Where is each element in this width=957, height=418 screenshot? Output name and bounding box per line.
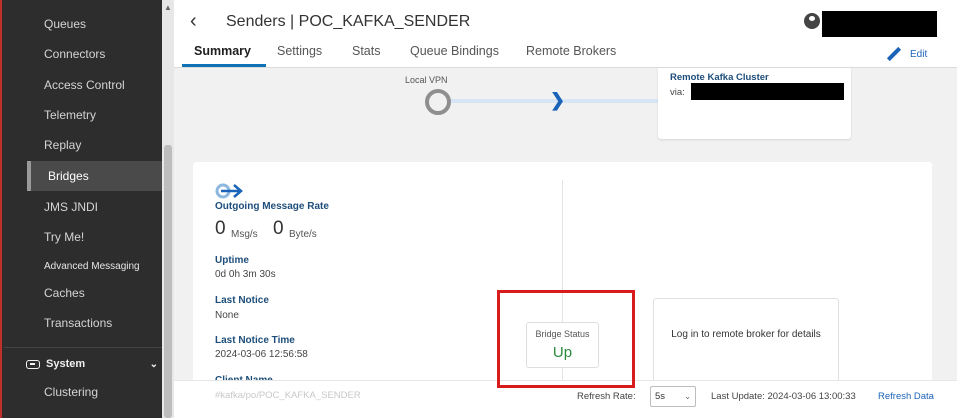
sidebar: Queues Connectors Access Control Telemet… bbox=[0, 0, 164, 418]
redacted-via-value bbox=[691, 83, 844, 100]
msg-rate-value: 0 bbox=[215, 218, 226, 239]
sidebar-item-label: Transactions bbox=[44, 316, 113, 330]
outgoing-rate-label: Outgoing Message Rate bbox=[215, 201, 329, 212]
scroll-up-arrow-icon[interactable]: ▲ bbox=[164, 3, 172, 12]
edit-button[interactable]: Edit bbox=[886, 46, 927, 62]
edit-label: Edit bbox=[910, 48, 928, 60]
sidebar-divider bbox=[4, 347, 162, 348]
sidebar-item-telemetry[interactable]: Telemetry bbox=[2, 100, 162, 130]
refresh-rate-select[interactable]: 5s ⌄ bbox=[650, 386, 696, 407]
sidebar-item-bridges[interactable]: Bridges bbox=[27, 161, 164, 191]
chevron-down-icon: ⌄ bbox=[149, 358, 158, 370]
sidebar-item-label: Bridges bbox=[48, 169, 89, 183]
tab-summary[interactable]: Summary bbox=[194, 44, 251, 58]
uptime-value: 0d 0h 3m 30s bbox=[215, 269, 276, 280]
sidebar-item-label: Access Control bbox=[44, 78, 125, 92]
sidebar-item-replay[interactable]: Replay bbox=[2, 130, 162, 160]
sidebar-section-label: System bbox=[46, 358, 86, 370]
remote-cluster-card: Remote Kafka Cluster via: bbox=[658, 68, 851, 139]
last-update-text: Last Update: 2024-03-06 13:00:33 bbox=[711, 391, 856, 402]
refresh-data-link[interactable]: Refresh Data bbox=[878, 391, 934, 402]
last-notice-time-label: Last Notice Time bbox=[215, 335, 295, 346]
active-tab-indicator bbox=[182, 64, 266, 67]
outgoing-arrow-icon bbox=[215, 183, 243, 199]
page-header: ‹ Senders | POC_KAFKA_SENDER Summary Set… bbox=[174, 0, 957, 68]
remote-cluster-title: Remote Kafka Cluster bbox=[670, 72, 769, 83]
user-icon[interactable] bbox=[804, 13, 820, 29]
sidebar-item-label: Try Me! bbox=[44, 230, 85, 244]
chevron-right-icon: ❯ bbox=[550, 90, 566, 110]
system-icon bbox=[26, 359, 40, 369]
sidebar-item-transactions[interactable]: Transactions bbox=[2, 308, 162, 338]
sidebar-section-system[interactable]: System ⌄ bbox=[2, 349, 162, 379]
chevron-down-icon: ⌄ bbox=[684, 392, 691, 401]
sidebar-item-connectors[interactable]: Connectors bbox=[2, 39, 162, 69]
sidebar-item-label: Clustering bbox=[44, 385, 99, 399]
back-arrow-icon[interactable]: ‹ bbox=[190, 10, 197, 33]
sidebar-item-label: Connectors bbox=[44, 47, 106, 61]
sidebar-item-label: Replay bbox=[44, 138, 82, 152]
refresh-rate-value: 5s bbox=[655, 391, 666, 402]
local-vpn-label: Local VPN bbox=[405, 75, 448, 85]
remote-login-message: Log in to remote broker for details bbox=[671, 329, 821, 340]
last-notice-value: None bbox=[215, 310, 239, 321]
sidebar-item-caches[interactable]: Caches bbox=[2, 278, 162, 308]
local-vpn-node-icon bbox=[425, 89, 451, 115]
via-label: via: bbox=[670, 87, 685, 98]
tab-remote-brokers[interactable]: Remote Brokers bbox=[526, 44, 616, 58]
sidebar-item-label: Caches bbox=[44, 286, 85, 300]
tab-queue-bindings[interactable]: Queue Bindings bbox=[410, 44, 499, 58]
sidebar-item-label: Telemetry bbox=[44, 108, 97, 122]
sidebar-item-clustering[interactable]: Clustering bbox=[2, 377, 162, 407]
sidebar-item-access-control[interactable]: Access Control bbox=[2, 70, 162, 100]
tab-stats[interactable]: Stats bbox=[352, 44, 381, 58]
highlight-box bbox=[497, 290, 635, 388]
client-name-value: #kafka/po/POC_KAFKA_SENDER bbox=[215, 390, 361, 401]
sidebar-item-label: JMS JNDI bbox=[44, 200, 98, 214]
page-title: Senders | POC_KAFKA_SENDER bbox=[226, 13, 471, 30]
byte-rate-unit: Byte/s bbox=[289, 229, 317, 240]
sidebar-item-queues[interactable]: Queues bbox=[2, 9, 162, 39]
sidebar-item-label: Queues bbox=[44, 17, 87, 31]
sidebar-scroll-thumb[interactable] bbox=[164, 145, 172, 418]
last-notice-label: Last Notice bbox=[215, 295, 269, 306]
sidebar-item-advanced-messaging[interactable]: Advanced Messaging bbox=[2, 251, 162, 281]
refresh-rate-label: Refresh Rate: bbox=[577, 391, 636, 402]
sidebar-item-label: Advanced Messaging bbox=[44, 260, 140, 272]
tab-settings[interactable]: Settings bbox=[277, 44, 322, 58]
sidebar-item-try-me[interactable]: Try Me! bbox=[2, 222, 162, 252]
msg-rate-unit: Msg/s bbox=[231, 229, 258, 240]
byte-rate-value: 0 bbox=[273, 218, 284, 239]
app-root: Queues Connectors Access Control Telemet… bbox=[0, 0, 957, 418]
last-notice-time-value: 2024-03-06 12:56:58 bbox=[215, 349, 308, 360]
uptime-label: Uptime bbox=[215, 255, 249, 266]
redacted-username bbox=[822, 11, 937, 37]
pencil-icon bbox=[886, 46, 902, 62]
sidebar-item-jms-jndi[interactable]: JMS JNDI bbox=[2, 192, 162, 222]
